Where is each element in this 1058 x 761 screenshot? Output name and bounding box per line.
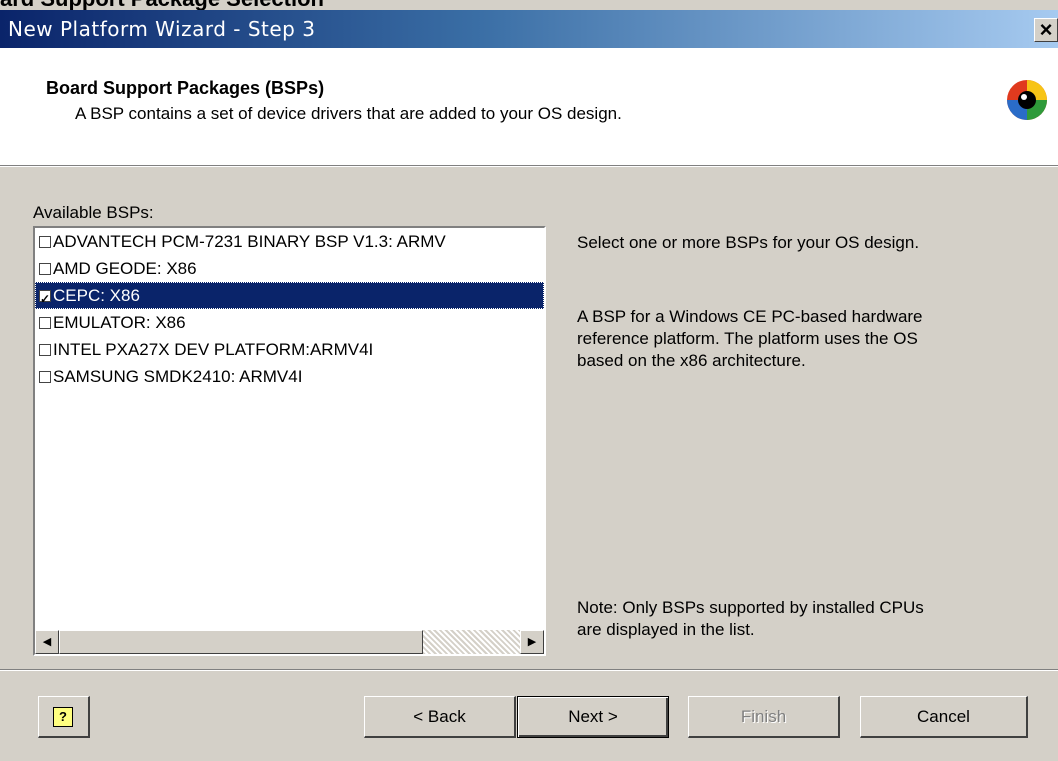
list-item-label: AMD GEODE: X86 (53, 259, 197, 278)
list-item-label: CEPC: X86 (53, 286, 140, 305)
list-item-intel-pxa27x[interactable]: INTEL PXA27X DEV PLATFORM:ARMV4I (35, 336, 544, 363)
header-divider (0, 166, 1058, 167)
list-item-label: EMULATOR: X86 (53, 313, 186, 332)
checkbox[interactable] (39, 235, 51, 248)
header-description: A BSP contains a set of device drivers t… (75, 104, 622, 123)
bsp-description-line: A BSP for a Windows CE PC-based hardware (577, 307, 923, 326)
bsp-listbox[interactable]: ADVANTECH PCM-7231 BINARY BSP V1.3: ARMV… (33, 226, 546, 656)
list-item-cepc[interactable]: CEPC: X86 (35, 282, 544, 309)
finish-button[interactable]: Finish (688, 696, 840, 738)
list-item-emulator[interactable]: EMULATOR: X86 (35, 309, 544, 336)
list-item-label: ADVANTECH PCM-7231 BINARY BSP V1.3: ARMV (53, 232, 446, 251)
note-text: Note: Only BSPs supported by installed C… (577, 597, 924, 641)
close-icon: × (1039, 17, 1053, 42)
list-item-advantech[interactable]: ADVANTECH PCM-7231 BINARY BSP V1.3: ARMV (35, 228, 544, 255)
bsp-description: A BSP for a Windows CE PC-based hardware… (577, 306, 923, 372)
page-heading: ard Support Package Selection (0, 0, 324, 11)
list-item-samsung[interactable]: SAMSUNG SMDK2410: ARMV4I (35, 363, 544, 390)
available-bsps-label: Available BSPs: (33, 203, 154, 222)
platform-builder-logo-icon (1007, 80, 1047, 120)
arrow-right-icon: ▶ (527, 636, 537, 648)
footer-divider-highlight (0, 670, 1058, 671)
checkbox[interactable] (39, 316, 51, 329)
scroll-thumb[interactable] (59, 630, 423, 654)
help-button[interactable]: ? (38, 696, 90, 738)
bsp-description-line: reference platform. The platform uses th… (577, 329, 918, 348)
wizard-window: New Platform Wizard - Step 3 × Board Sup… (0, 10, 1058, 761)
header-panel: Board Support Packages (BSPs) A BSP cont… (0, 48, 1058, 166)
instruction-text: Select one or more BSPs for your OS desi… (577, 233, 920, 252)
checkbox-checked[interactable] (39, 286, 51, 309)
note-line: Note: Only BSPs supported by installed C… (577, 598, 924, 617)
checkbox[interactable] (39, 370, 51, 383)
bsp-description-line: based on the x86 architecture. (577, 351, 806, 370)
title-bar[interactable]: New Platform Wizard - Step 3 × (0, 10, 1058, 48)
list-item-label: SAMSUNG SMDK2410: ARMV4I (53, 367, 303, 386)
bsp-list: ADVANTECH PCM-7231 BINARY BSP V1.3: ARMV… (35, 228, 544, 390)
horizontal-scrollbar[interactable]: ◀ ▶ (35, 630, 544, 654)
note-line: are displayed in the list. (577, 620, 755, 639)
window-title: New Platform Wizard - Step 3 (8, 17, 316, 41)
arrow-left-icon: ◀ (42, 636, 52, 648)
help-icon: ? (53, 707, 73, 727)
checkbox[interactable] (39, 262, 51, 275)
cancel-button[interactable]: Cancel (860, 696, 1028, 738)
back-button[interactable]: < Back (364, 696, 516, 738)
list-item-amd-geode[interactable]: AMD GEODE: X86 (35, 255, 544, 282)
header-title: Board Support Packages (BSPs) (46, 78, 325, 98)
checkbox[interactable] (39, 343, 51, 356)
list-item-label: INTEL PXA27X DEV PLATFORM:ARMV4I (53, 340, 374, 359)
scroll-track[interactable] (423, 630, 520, 654)
scroll-left-button[interactable]: ◀ (35, 630, 59, 654)
next-button[interactable]: Next > (517, 696, 669, 738)
scroll-right-button[interactable]: ▶ (520, 630, 544, 654)
close-button[interactable]: × (1034, 18, 1058, 42)
